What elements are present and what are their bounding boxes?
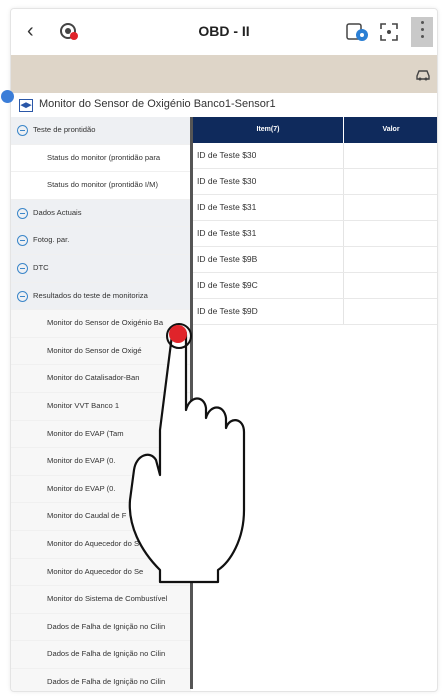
tree-label: Resultados do teste de monitoriza: [33, 290, 148, 300]
more-icon[interactable]: [411, 17, 433, 47]
tree-section[interactable]: Resultados do teste de monitoriza: [11, 282, 191, 311]
tree-item[interactable]: Monitor do Sistema de Combustível: [11, 586, 191, 614]
results-table: Item(7) Valor ID de Teste $30 ID de Teste…: [193, 117, 437, 325]
tree-item[interactable]: Monitor do Sensor de Oxigénio Ba: [11, 310, 191, 338]
tree-item[interactable]: Monitor do Caudal de F: [11, 503, 191, 531]
tree-label: Monitor do Catalisador-Ban: [47, 373, 140, 383]
column-header-value[interactable]: Valor: [345, 126, 437, 133]
tree-label: Status do monitor (prontidão para: [47, 152, 161, 162]
tree-item[interactable]: Dados de Falha de Ignição no Cilin: [11, 613, 191, 642]
collapse-icon[interactable]: [17, 290, 28, 302]
navigation-tree: Teste de prontidão Status do monitor (pro…: [11, 117, 191, 691]
tree-section[interactable]: Teste de prontidão: [11, 117, 191, 145]
item-cell: ID de Teste $9B: [197, 254, 258, 264]
page-title: OBD - II: [198, 23, 250, 39]
tree-label: Dados de Falha de Ignição no Cilin: [47, 621, 166, 631]
tree-label: Status do monitor (prontidão I/M): [47, 180, 159, 190]
item-cell: ID de Teste $30: [197, 150, 257, 160]
table-header: Item(7) Valor: [193, 117, 437, 143]
toolbar-band: [11, 55, 437, 93]
tree-label: Teste de prontidão: [33, 125, 96, 134]
collapse-icon[interactable]: [17, 262, 28, 274]
tree-label: Monitor VVT Banco 1: [47, 400, 120, 410]
tree-item[interactable]: Monitor do Aquecedor do S: [11, 530, 191, 559]
item-cell: ID de Teste $31: [197, 202, 257, 212]
table-row[interactable]: ID de Teste $9D: [193, 299, 437, 325]
tree-label: Monitor do Aquecedor do Se: [47, 566, 144, 576]
table-row[interactable]: ID de Teste $30: [193, 143, 437, 169]
top-bar: ‹ OBD - II: [11, 9, 437, 55]
tree-label: DTC: [33, 262, 49, 272]
tree-label: Fotog. par.: [33, 235, 70, 245]
item-cell: ID de Teste $31: [197, 228, 257, 238]
tree-item[interactable]: Dados de Falha de Ignição no Cilin: [11, 641, 191, 669]
tree-label: Monitor do Sistema de Combustível: [47, 594, 168, 604]
tree-section[interactable]: Fotog. par.: [11, 227, 191, 255]
tree-label: Monitor do Sensor de Oxigénio Ba: [47, 318, 164, 328]
collapse-panel-icon[interactable]: ◀▶: [19, 99, 33, 112]
table-row[interactable]: ID de Teste $31: [193, 195, 437, 221]
tree-label: Monitor do EVAP (0.: [47, 456, 116, 466]
vehicle-icon[interactable]: [415, 66, 431, 82]
tree-label: Monitor do Sensor de Oxigé: [47, 345, 142, 355]
panel-title: Monitor do Sensor de Oxigénio Banco1-Sen…: [39, 98, 276, 110]
tree-item[interactable]: Dados de Falha de Ignição no Cilin: [11, 668, 191, 691]
item-cell: ID de Teste $9D: [197, 306, 258, 316]
tree-item[interactable]: Monitor do EVAP (0.: [11, 475, 191, 504]
screenshot-icon[interactable]: [379, 22, 399, 42]
collapse-icon[interactable]: [17, 207, 28, 219]
collapse-icon[interactable]: [17, 125, 28, 136]
tree-label: Dados de Falha de Ignição no Cilin: [47, 649, 166, 659]
collapse-icon[interactable]: [17, 235, 28, 247]
record-icon[interactable]: [345, 21, 369, 43]
panel-header: ◀▶ Monitor do Sensor de Oxigénio Banco1-…: [11, 93, 437, 118]
tree-label: Monitor do EVAP (0.: [47, 483, 116, 493]
tree-item[interactable]: Monitor VVT Banco 1: [11, 392, 191, 421]
tree-item[interactable]: Monitor do Catalisador-Ban: [11, 365, 191, 393]
tree-item[interactable]: Monitor do Aquecedor do Se: [11, 558, 191, 587]
table-row[interactable]: ID de Teste $9C: [193, 273, 437, 299]
table-row[interactable]: ID de Teste $30: [193, 169, 437, 195]
column-header-item[interactable]: Item(7): [193, 126, 343, 133]
tree-label: Monitor do Aquecedor do S: [47, 538, 140, 548]
item-cell: ID de Teste $9C: [197, 280, 258, 290]
app-window: ‹ OBD - II ◀▶ Monitor do Sensor de Oxigé…: [10, 8, 438, 692]
tree-label: Monitor do EVAP (Tam: [47, 428, 124, 438]
tree-label: Dados Actuais: [33, 207, 82, 217]
indicator-dot: [1, 90, 14, 103]
table-row[interactable]: ID de Teste $9B: [193, 247, 437, 273]
item-cell: ID de Teste $30: [197, 176, 257, 186]
tree-label: Monitor do Caudal de F: [47, 511, 127, 521]
tree-item[interactable]: Monitor do EVAP (0.: [11, 448, 191, 476]
tree-item[interactable]: Status do monitor (prontidão para: [11, 144, 191, 173]
table-row[interactable]: ID de Teste $31: [193, 221, 437, 247]
tree-item[interactable]: Status do monitor (prontidão I/M): [11, 172, 191, 200]
tree-section[interactable]: DTC: [11, 254, 191, 283]
tree-item[interactable]: Monitor do EVAP (Tam: [11, 420, 191, 449]
tree-label: Dados de Falha de Ignição no Cilin: [47, 676, 166, 686]
tree-section[interactable]: Dados Actuais: [11, 199, 191, 228]
tree-item[interactable]: Monitor do Sensor de Oxigé: [11, 337, 191, 366]
